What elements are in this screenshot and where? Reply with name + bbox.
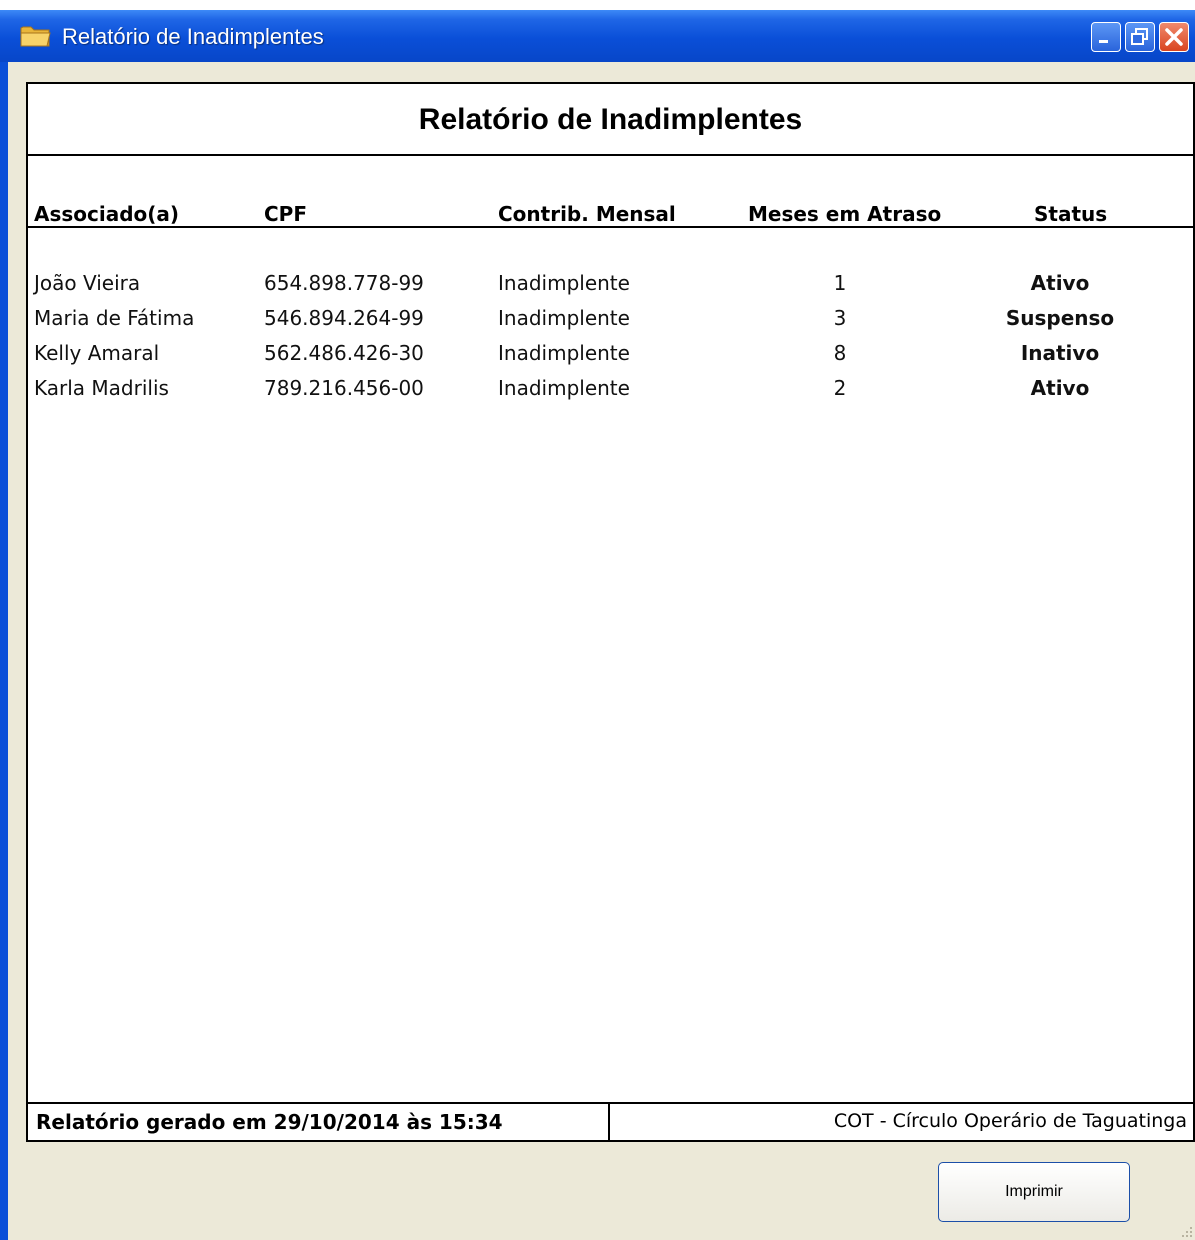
restore-button[interactable]: [1125, 22, 1155, 52]
row-3-cpf: 789.216.456-00: [264, 376, 424, 400]
title-bar[interactable]: Relatório de Inadimplentes: [0, 10, 1195, 62]
row-1-associado: Maria de Fátima: [34, 306, 195, 330]
row-3-associado: Karla Madrilis: [34, 376, 169, 400]
report-panel: Relatório de Inadimplentes Associado(a) …: [26, 82, 1195, 1142]
report-title: Relatório de Inadimplentes: [28, 84, 1193, 156]
row-0-cpf: 654.898.778-99: [264, 271, 424, 295]
column-header-cpf: CPF: [264, 202, 307, 226]
row-1-cpf: 546.894.264-99: [264, 306, 424, 330]
row-1-status: Suspenso: [1005, 306, 1115, 330]
row-1-contrib: Inadimplente: [498, 306, 630, 330]
folder-icon: [20, 26, 51, 47]
header-divider: [28, 226, 1193, 228]
close-button[interactable]: [1159, 22, 1189, 52]
row-2-status: Inativo: [1020, 341, 1100, 365]
report-generated-timestamp: Relatório gerado em 29/10/2014 às 15:34: [36, 1110, 503, 1134]
column-header-associado: Associado(a): [34, 202, 180, 226]
minimize-button[interactable]: [1091, 22, 1121, 52]
report-window: Relatório de Inadimplentes Relatório de …: [0, 10, 1195, 1240]
footer-separator: [608, 1102, 610, 1140]
minimize-icon: [1099, 40, 1108, 43]
row-3-status: Ativo: [1030, 376, 1090, 400]
row-2-contrib: Inadimplente: [498, 341, 630, 365]
print-button[interactable]: Imprimir: [938, 1162, 1130, 1222]
row-2-cpf: 562.486.426-30: [264, 341, 424, 365]
column-header-meses: Meses em Atraso: [748, 202, 942, 226]
window-title: Relatório de Inadimplentes: [62, 24, 324, 49]
footer-divider: [28, 1102, 1193, 1104]
row-0-status: Ativo: [1030, 271, 1090, 295]
row-3-meses: 2: [833, 376, 847, 400]
resize-grip-icon[interactable]: [1179, 1224, 1193, 1238]
row-0-contrib: Inadimplente: [498, 271, 630, 295]
column-header-contrib: Contrib. Mensal: [498, 202, 676, 226]
row-1-meses: 3: [833, 306, 847, 330]
row-0-associado: João Vieira: [34, 271, 141, 295]
client-area: Relatório de Inadimplentes Associado(a) …: [8, 62, 1195, 1240]
restore-icon: [1131, 28, 1148, 45]
row-0-meses: 1: [833, 271, 847, 295]
row-2-meses: 8: [833, 341, 847, 365]
column-header-status: Status: [1034, 202, 1108, 226]
close-icon: [1165, 28, 1183, 46]
organization-name: COT - Círculo Operário de Taguatinga: [833, 1110, 1187, 1132]
row-3-contrib: Inadimplente: [498, 376, 630, 400]
row-2-associado: Kelly Amaral: [34, 341, 160, 365]
